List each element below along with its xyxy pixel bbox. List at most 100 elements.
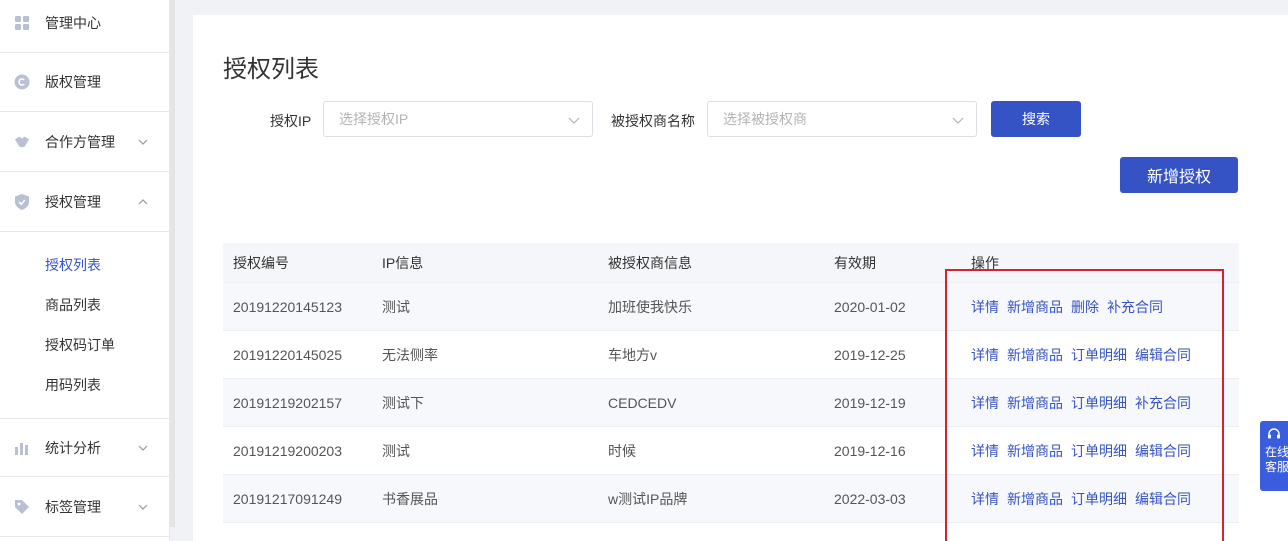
cell-validity: 2019-12-16 bbox=[834, 442, 906, 459]
add-product-link[interactable]: 新增商品 bbox=[1007, 441, 1063, 461]
chevron-down-icon bbox=[138, 443, 148, 453]
table-header: 授权编号 IP信息 被授权商信息 有效期 操作 bbox=[223, 243, 1239, 283]
sidebar-item-dashboard[interactable]: 管理中心 bbox=[0, 0, 170, 53]
licensee-select[interactable]: 选择被授权商 bbox=[707, 101, 977, 137]
cell-licensee: 加班使我快乐 bbox=[608, 298, 692, 315]
cell-licensee: 时候 bbox=[608, 442, 636, 459]
add-product-link[interactable]: 新增商品 bbox=[1007, 393, 1063, 413]
cell-id: 20191217091249 bbox=[233, 490, 343, 507]
table-row: 20191217091249 书香展品 w测试IP品牌 2022-03-03 详… bbox=[223, 475, 1239, 523]
cell-id: 20191220145123 bbox=[233, 298, 343, 315]
cell-validity: 2020-01-02 bbox=[834, 298, 906, 315]
sidebar-subitem-code-usage[interactable]: 用码列表 bbox=[45, 375, 101, 395]
column-header-id: 授权编号 bbox=[233, 254, 289, 271]
service-label-line2: 客服 bbox=[1265, 460, 1288, 474]
details-link[interactable]: 详情 bbox=[971, 489, 999, 509]
cell-actions: 详情 新增商品 订单明细 编辑合同 bbox=[969, 345, 1239, 365]
cell-id: 20191219200203 bbox=[233, 442, 343, 459]
cell-actions: 详情 新增商品 订单明细 补充合同 bbox=[969, 393, 1239, 413]
sidebar-item-label: 管理中心 bbox=[45, 15, 101, 31]
cell-licensee: w测试IP品牌 bbox=[608, 490, 688, 507]
order-details-link[interactable]: 订单明细 bbox=[1071, 393, 1127, 413]
cell-validity: 2022-03-03 bbox=[834, 490, 906, 507]
sidebar-item-tags[interactable]: 标签管理 bbox=[0, 478, 170, 537]
online-service-button[interactable]: 在线 客服 bbox=[1260, 421, 1288, 491]
copyright-icon bbox=[14, 74, 30, 90]
ip-select[interactable]: 选择授权IP bbox=[323, 101, 593, 137]
cell-validity: 2019-12-19 bbox=[834, 394, 906, 411]
column-header-licensee: 被授权商信息 bbox=[608, 254, 692, 271]
chevron-down-icon bbox=[138, 502, 148, 512]
order-details-link[interactable]: 订单明细 bbox=[1071, 441, 1127, 461]
sidebar-item-statistics[interactable]: 统计分析 bbox=[0, 418, 170, 477]
sidebar-subitem-product-list[interactable]: 商品列表 bbox=[45, 295, 101, 315]
delete-link[interactable]: 删除 bbox=[1071, 297, 1099, 317]
sidebar-item-label: 授权管理 bbox=[45, 194, 101, 210]
tag-icon bbox=[14, 499, 30, 515]
add-product-link[interactable]: 新增商品 bbox=[1007, 297, 1063, 317]
search-button[interactable]: 搜索 bbox=[991, 101, 1081, 137]
cell-id: 20191220145025 bbox=[233, 346, 343, 363]
column-header-validity: 有效期 bbox=[834, 254, 876, 271]
sidebar-item-label: 统计分析 bbox=[45, 439, 101, 456]
column-header-actions: 操作 bbox=[971, 254, 999, 271]
sidebar-item-authorization[interactable]: 授权管理 bbox=[0, 173, 170, 232]
cell-licensee: 车地方v bbox=[608, 346, 657, 363]
cell-id: 20191219202157 bbox=[233, 394, 343, 411]
cell-actions: 详情 新增商品 删除 补充合同 bbox=[969, 297, 1239, 317]
sidebar-item-label: 合作方管理 bbox=[45, 134, 115, 150]
cell-validity: 2019-12-25 bbox=[834, 346, 906, 363]
bar-chart-icon bbox=[14, 440, 30, 456]
sidebar: 管理中心 版权管理 合作方管理 授权管理 授权列表 商品列表 授权码订单 用码列… bbox=[0, 0, 170, 541]
details-link[interactable]: 详情 bbox=[971, 393, 999, 413]
supplement-contract-link[interactable]: 补充合同 bbox=[1107, 297, 1163, 317]
add-authorization-button[interactable]: 新增授权 bbox=[1120, 157, 1238, 193]
table-row: 20191219200203 测试 时候 2019-12-16 详情 新增商品 … bbox=[223, 427, 1239, 475]
headset-icon bbox=[1267, 427, 1281, 445]
handshake-icon bbox=[14, 134, 30, 150]
edit-contract-link[interactable]: 编辑合同 bbox=[1135, 345, 1191, 365]
chevron-down-icon bbox=[568, 113, 580, 125]
ip-filter-label: 授权IP bbox=[270, 113, 312, 129]
order-details-link[interactable]: 订单明细 bbox=[1071, 345, 1127, 365]
authorization-table: 授权编号 IP信息 被授权商信息 有效期 操作 20191220145123 测… bbox=[223, 243, 1239, 523]
cell-ip: 测试 bbox=[382, 442, 410, 459]
chevron-down-icon bbox=[952, 113, 964, 125]
supplement-contract-link[interactable]: 补充合同 bbox=[1135, 393, 1191, 413]
cell-actions: 详情 新增商品 订单明细 编辑合同 bbox=[969, 489, 1239, 509]
details-link[interactable]: 详情 bbox=[971, 441, 999, 461]
order-details-link[interactable]: 订单明细 bbox=[1071, 489, 1127, 509]
sidebar-item-copyright[interactable]: 版权管理 bbox=[0, 53, 170, 112]
ip-select-placeholder: 选择授权IP bbox=[339, 111, 409, 127]
sidebar-scrollbar[interactable] bbox=[170, 0, 175, 527]
sidebar-item-label: 版权管理 bbox=[45, 74, 101, 90]
edit-contract-link[interactable]: 编辑合同 bbox=[1135, 441, 1191, 461]
page-title: 授权列表 bbox=[223, 56, 319, 83]
table-row: 20191220145025 无法侧率 车地方v 2019-12-25 详情 新… bbox=[223, 331, 1239, 379]
column-header-ip: IP信息 bbox=[382, 254, 424, 271]
add-product-link[interactable]: 新增商品 bbox=[1007, 489, 1063, 509]
shield-icon bbox=[14, 194, 30, 210]
details-link[interactable]: 详情 bbox=[971, 345, 999, 365]
cell-licensee: CEDCEDV bbox=[608, 394, 677, 411]
service-label-line1: 在线 bbox=[1265, 445, 1288, 459]
details-link[interactable]: 详情 bbox=[971, 297, 999, 317]
licensee-select-placeholder: 选择被授权商 bbox=[723, 111, 807, 127]
chevron-down-icon bbox=[138, 137, 148, 147]
main-card: 授权列表 授权IP 选择授权IP 被授权商名称 选择被授权商 搜索 新增授权 授… bbox=[193, 15, 1288, 541]
chevron-up-icon bbox=[138, 197, 148, 207]
cell-ip: 无法侧率 bbox=[382, 346, 438, 363]
sidebar-subitem-code-orders[interactable]: 授权码订单 bbox=[45, 335, 115, 355]
sidebar-subitem-auth-list[interactable]: 授权列表 bbox=[45, 255, 101, 275]
cell-actions: 详情 新增商品 订单明细 编辑合同 bbox=[969, 441, 1239, 461]
cell-ip: 测试 bbox=[382, 298, 410, 315]
cell-ip: 书香展品 bbox=[382, 490, 438, 507]
edit-contract-link[interactable]: 编辑合同 bbox=[1135, 489, 1191, 509]
sidebar-item-partners[interactable]: 合作方管理 bbox=[0, 113, 170, 172]
cell-ip: 测试下 bbox=[382, 394, 424, 411]
table-row: 20191219202157 测试下 CEDCEDV 2019-12-19 详情… bbox=[223, 379, 1239, 427]
dashboard-icon bbox=[14, 15, 30, 31]
add-product-link[interactable]: 新增商品 bbox=[1007, 345, 1063, 365]
licensee-filter-label: 被授权商名称 bbox=[611, 113, 695, 129]
sidebar-item-label: 标签管理 bbox=[45, 499, 101, 515]
